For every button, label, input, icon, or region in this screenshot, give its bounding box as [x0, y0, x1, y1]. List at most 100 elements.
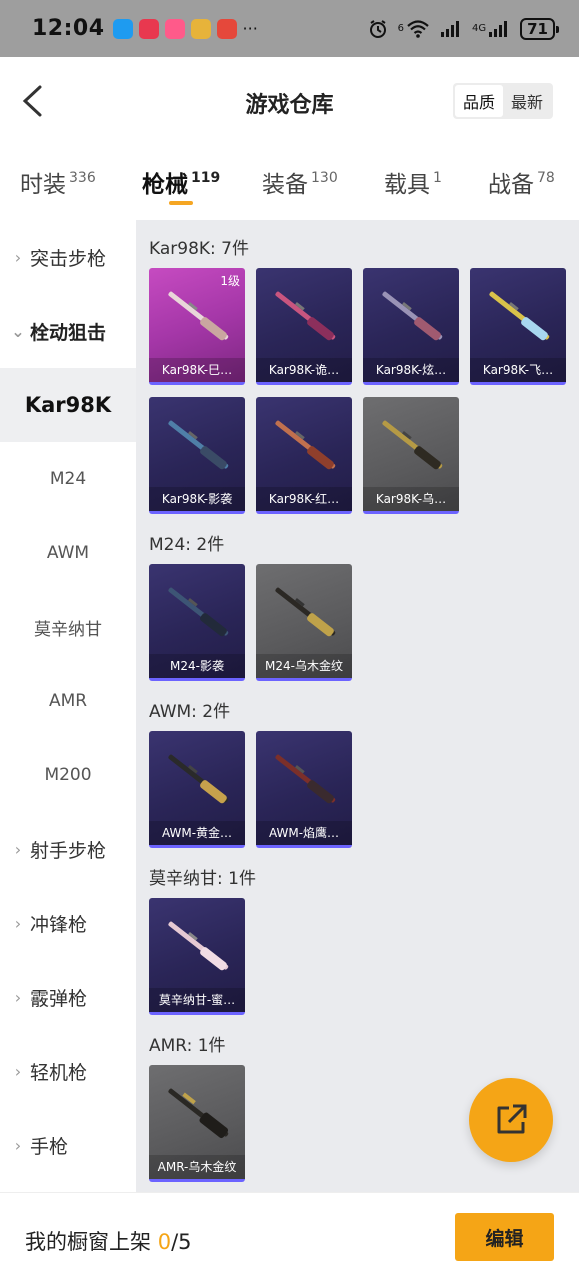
- weapon-card[interactable]: AMR-乌木金纹: [149, 1065, 245, 1182]
- sidebar-item-lmg[interactable]: › 轻机枪: [0, 1034, 136, 1108]
- tab-label: 时装: [20, 172, 66, 198]
- weapon-card-label: AWM-焰鹰…: [256, 821, 352, 845]
- battery-indicator: 71: [520, 17, 559, 40]
- alarm-icon: [369, 19, 386, 38]
- tab-label: 载具: [384, 172, 430, 198]
- section-title: Kar98K: 7件: [149, 239, 249, 259]
- share-external-icon: [497, 1104, 527, 1134]
- weapon-card[interactable]: AWM-焰鹰…: [256, 731, 352, 848]
- tab-label: 枪械: [142, 172, 188, 198]
- chevron-right-icon: ›: [14, 839, 22, 859]
- sidebar-item-smg[interactable]: › 冲锋枪: [0, 886, 136, 960]
- weapon-card-label: M24-乌木金纹: [256, 654, 352, 678]
- status-more: ···: [242, 19, 258, 38]
- rifle-icon: [275, 754, 336, 804]
- sidebar-item-awm[interactable]: AWM: [0, 516, 136, 590]
- weapon-card-label: Kar98K-炫…: [363, 358, 459, 382]
- weapon-card-label: Kar98K-巳…: [149, 358, 245, 382]
- section-title: 莫辛纳甘: 1件: [149, 869, 256, 889]
- sidebar-item-pistol[interactable]: › 手枪: [0, 1108, 136, 1182]
- weapon-card-label: Kar98K-诡…: [256, 358, 352, 382]
- status-bar: 12:04 ··· 6 4G 71: [0, 0, 579, 57]
- weapon-card-label: 莫辛纳甘-蜜…: [149, 988, 245, 1012]
- signal-4g-icon: [489, 20, 508, 37]
- app-notification-icon: [138, 18, 159, 39]
- sidebar-item-mosin[interactable]: 莫辛纳甘: [0, 590, 136, 664]
- sidebar-item-amr[interactable]: AMR: [0, 664, 136, 738]
- chevron-right-icon: ›: [14, 1061, 22, 1081]
- tab-count: 336: [69, 170, 96, 186]
- sidebar-item-marksman-rifle[interactable]: › 射手步枪: [0, 812, 136, 886]
- tab-equipment[interactable]: 装备 130: [262, 165, 338, 199]
- sidebar-item-label: AWM: [46, 543, 90, 563]
- sidebar-item-label: M24: [49, 469, 87, 489]
- tab-count: 1: [433, 170, 442, 186]
- tab-fashion[interactable]: 时装 336: [20, 165, 96, 199]
- wifi-icon: [407, 19, 429, 38]
- sidebar-item-m200[interactable]: M200: [0, 738, 136, 812]
- showcase-label: 我的橱窗上架: [25, 1230, 151, 1254]
- tab-firearms[interactable]: 枪械 119: [142, 165, 220, 199]
- share-button[interactable]: [469, 1078, 553, 1162]
- sidebar-item-label: Kar98K: [24, 393, 112, 417]
- app-notification-icon: [216, 18, 237, 39]
- rifle-icon: [168, 921, 229, 971]
- sort-quality-button[interactable]: 品质: [454, 85, 503, 117]
- weapon-card-label: M24-影袭: [149, 654, 245, 678]
- showcase-total: /5: [171, 1230, 192, 1254]
- sidebar-item-label: 栓动狙击: [30, 321, 107, 344]
- weapon-card-label: AMR-乌木金纹: [149, 1155, 245, 1179]
- weapon-card[interactable]: Kar98K-诡…: [256, 268, 352, 385]
- weapon-card-label: Kar98K-影袭: [149, 487, 245, 511]
- sidebar-item-label: 手枪: [30, 1135, 69, 1158]
- weapon-card[interactable]: Kar98K-炫…: [363, 268, 459, 385]
- network-type-label: 4G: [472, 23, 487, 34]
- category-tabs: 时装 336 枪械 119 装备 130 载具 1 战备 78: [0, 145, 579, 220]
- status-time: 12:04: [32, 16, 105, 41]
- app-notification-icon: [112, 18, 133, 39]
- rifle-icon: [168, 1088, 229, 1139]
- sidebar-item-label: AMR: [48, 691, 88, 711]
- weapon-card[interactable]: Kar98K-红…: [256, 397, 352, 514]
- sidebar-item-label: 莫辛纳甘: [34, 619, 102, 640]
- weapon-card-label: Kar98K-红…: [256, 487, 352, 511]
- weapon-card[interactable]: Kar98K-乌…: [363, 397, 459, 514]
- weapon-card[interactable]: M24-影袭: [149, 564, 245, 681]
- weapon-card-label: Kar98K-飞…: [470, 358, 566, 382]
- weapon-card[interactable]: Kar98K-飞…: [470, 268, 566, 385]
- rifle-icon: [382, 420, 443, 470]
- sidebar-item-shotgun[interactable]: › 霰弹枪: [0, 960, 136, 1034]
- chevron-right-icon: ›: [14, 1135, 22, 1155]
- tab-label: 战备: [488, 172, 534, 198]
- sidebar-item-label: 突击步枪: [30, 247, 107, 270]
- rifle-icon: [382, 291, 443, 341]
- weapon-card[interactable]: AWM-黄金…: [149, 731, 245, 848]
- rifle-icon: [489, 291, 550, 341]
- tab-vehicles[interactable]: 载具 1: [384, 165, 442, 199]
- sidebar-item-label: 轻机枪: [30, 1061, 88, 1084]
- tab-supplies[interactable]: 战备 78: [488, 165, 555, 199]
- tab-count: 119: [191, 170, 221, 186]
- app-notification-icon: [190, 18, 211, 39]
- rifle-icon: [275, 291, 336, 341]
- sidebar-item-bolt-sniper[interactable]: ⌄ 栓动狙击: [0, 294, 136, 368]
- tab-count: 78: [537, 170, 555, 186]
- signal-icon: [441, 20, 459, 37]
- sort-newest-button[interactable]: 最新: [503, 85, 551, 117]
- sidebar-item-label: 射手步枪: [30, 839, 107, 862]
- status-app-icons: [112, 18, 237, 39]
- weapon-card[interactable]: 莫辛纳甘-蜜…: [149, 898, 245, 1015]
- weapon-card[interactable]: M24-乌木金纹: [256, 564, 352, 681]
- active-tab-indicator: [169, 201, 193, 205]
- weapon-card[interactable]: Kar98K-影袭: [149, 397, 245, 514]
- sidebar-item-m24[interactable]: M24: [0, 442, 136, 516]
- weapon-card[interactable]: 1级 Kar98K-巳…: [149, 268, 245, 385]
- chevron-right-icon: ›: [14, 987, 22, 1007]
- showcase-bar: 我的橱窗上架 0/5 编辑: [0, 1192, 579, 1280]
- sidebar-item-assault-rifle[interactable]: › 突击步枪: [0, 220, 136, 294]
- rifle-icon: [168, 754, 229, 804]
- sidebar-item-kar98k[interactable]: Kar98K: [0, 368, 136, 442]
- sidebar-item-label: M200: [44, 765, 92, 785]
- weapon-card-label: AWM-黄金…: [149, 821, 245, 845]
- edit-button[interactable]: 编辑: [455, 1213, 554, 1261]
